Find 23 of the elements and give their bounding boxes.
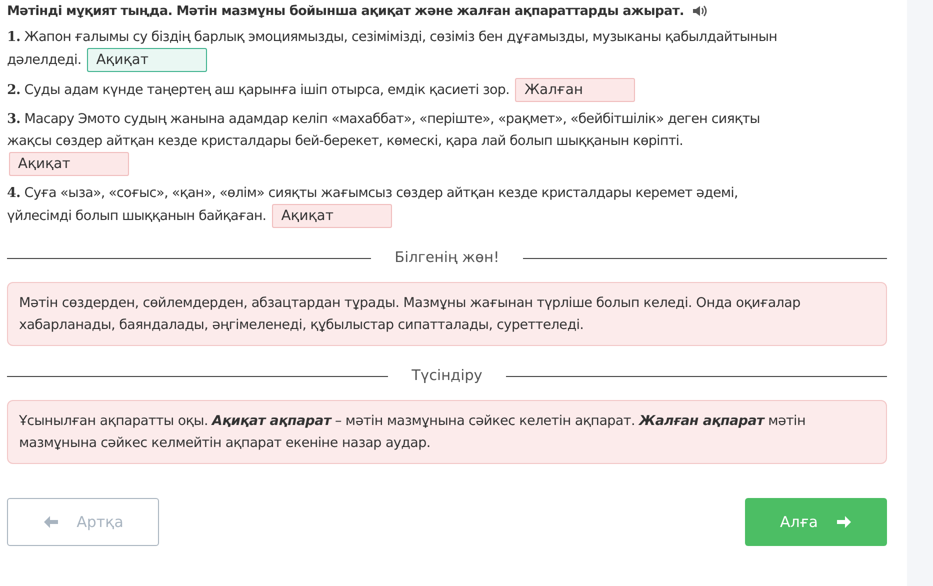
section-heading: Білгенің жөн!: [394, 250, 500, 266]
section-heading: Түсіндіру: [410, 368, 484, 384]
answer-box[interactable]: Жалған: [515, 78, 636, 102]
arrow-right-icon: [836, 515, 852, 529]
speaker-icon[interactable]: [692, 4, 708, 18]
question-number: 2.: [7, 82, 20, 98]
question-text: үйлесімді болып шыққанын байқаған.: [7, 208, 266, 224]
question-text: Жапон ғалымы су біздің барлық эмоциямызды, сезімімізді, сөзіміз бен дұғамызды, музыканы қабылдайтынын: [24, 29, 778, 45]
question-number: 4.: [7, 185, 20, 201]
answer-box[interactable]: Ақиқат: [87, 48, 208, 72]
question-text: дәлелдеді.: [7, 52, 82, 68]
answer-box[interactable]: Ақиқат: [272, 204, 392, 228]
question-text: Суға «ыза», «соғыс», «қан», «өлім» сияқты жағымсыз сөздер айтқан кезде кристалдары керемет әдемі,: [24, 185, 738, 201]
instruction-title: Мәтінді мұқият тыңда. Мәтін мазмұны бойынша ақиқат және жалған ақпараттарды ажырат.: [7, 4, 684, 18]
answer-box[interactable]: Ақиқат: [9, 152, 129, 176]
question-text: Суды адам күнде таңертең аш қарынға ішіп отырса, емдік қасиеті зор.: [24, 82, 510, 98]
question-text: Масару Эмото судың жанына адамдар келіп «махаббат», «періште», «рақмет», «бейбітшілік» деген сияқты: [24, 111, 760, 127]
info-panel: Ұсынылған ақпаратты оқы. Ақиқат ақпарат – мәтін мазмұнына сәйкес келетін ақпарат. Жалған ақпарат мәтін мазмұнына сәйкес келмейтін ақпарат екеніне назар аудар.: [7, 400, 887, 464]
info-panel: Мәтін сөздерден, сөйлемдерден, абзацтардан тұрады. Мазмұны жағынан түрліше болып келеді. Онда оқиғалар хабарланады, баяндалады, әңгімеленеді, құбылыстар сипатталады, суреттеледі.: [7, 282, 887, 346]
question-text: жақсы сөздер айтқан кезде кристалдары бей-берекет, көмескі, қара лай болып шыққанын көріпті.: [7, 133, 684, 149]
question-number: 3.: [7, 111, 20, 127]
question-number: 1.: [7, 29, 20, 45]
arrow-left-icon: [42, 515, 59, 529]
